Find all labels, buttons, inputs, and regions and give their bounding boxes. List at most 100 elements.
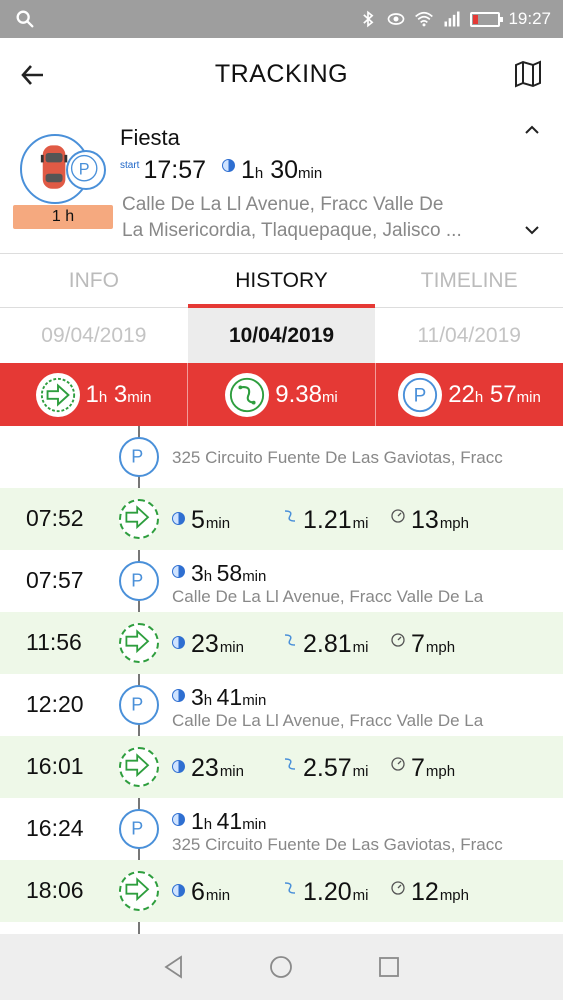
clock-icon — [172, 689, 185, 702]
drive-duration: 6 min — [172, 878, 230, 907]
clock-time: 19:27 — [508, 9, 551, 28]
event-time: 12:20 — [26, 691, 84, 717]
parking-address: 325 Circuito Fuente De Las Gaviotas, Fra… — [172, 448, 503, 467]
system-nav-bar — [0, 934, 563, 1000]
svg-text:P: P — [79, 161, 90, 179]
parking-address: Calle De La Ll Avenue, Fracc Valle De La — [172, 711, 484, 730]
parked-duration-badge: 1 h — [13, 205, 113, 229]
nav-back-icon[interactable] — [161, 954, 187, 980]
table-row[interactable]: 12:20 P 3h 41 min Calle De La Ll Avenue, … — [0, 674, 563, 736]
summary-parked-time: P 22 h 57 min — [376, 363, 563, 426]
route-icon — [225, 372, 270, 417]
drive-arrow-icon — [35, 372, 80, 417]
clock-icon — [172, 813, 185, 826]
drive-arrow-icon — [119, 747, 159, 787]
chevron-up-icon[interactable] — [523, 123, 541, 137]
parking-address: Calle De La Ll Avenue, Fracc Valle De La — [172, 587, 484, 606]
clock-icon — [172, 636, 185, 649]
table-row[interactable]: 11:56 23 min 2.81 mi 7 mph — [0, 612, 563, 674]
drive-distance: 1.21 mi — [282, 506, 369, 535]
drive-arrow-icon — [119, 871, 159, 911]
list-item[interactable]: P 325 Circuito Fuente De Las Gaviotas, F… — [0, 426, 563, 488]
parked-duration: 3h 58 min — [172, 560, 266, 587]
event-time: 16:24 — [26, 815, 84, 841]
svg-text:P: P — [131, 818, 143, 838]
bluetooth-icon — [363, 10, 374, 28]
parked-duration: 3h 41 min — [172, 684, 266, 711]
drive-distance: 2.81 mi — [282, 630, 369, 659]
tab-history[interactable]: HISTORY — [187, 254, 376, 308]
event-time: 07:52 — [26, 505, 84, 531]
event-time: 16:01 — [26, 753, 84, 779]
parking-badge: P — [66, 150, 106, 190]
parking-icon: P — [119, 685, 159, 725]
route-icon — [284, 882, 296, 894]
parking-icon: P — [119, 437, 159, 477]
tab-bar: INFO HISTORY TIMELINE — [0, 254, 563, 308]
date-selector: 09/04/2019 10/04/2019 11/04/2019 — [0, 308, 563, 363]
event-time: 18:06 — [26, 877, 84, 903]
clock-icon — [172, 565, 185, 578]
history-timeline[interactable]: P 325 Circuito Fuente De Las Gaviotas, F… — [0, 426, 563, 934]
drive-duration: 23 min — [172, 630, 244, 659]
signal-icon — [444, 11, 460, 27]
table-row[interactable]: 16:24 P 1h 41 min 325 Circuito Fuente De … — [0, 798, 563, 860]
vehicle-address: Calle De La Ll Avenue, Fracc Valle De La… — [122, 194, 462, 241]
chevron-down-icon[interactable] — [523, 223, 541, 237]
date-previous[interactable]: 09/04/2019 — [0, 308, 188, 363]
clock-icon — [172, 884, 185, 897]
drive-speed: 7 mph — [390, 754, 455, 783]
nav-home-icon[interactable] — [268, 954, 294, 980]
drive-distance: 1.20 mi — [282, 878, 369, 907]
table-row[interactable]: 07:57 P 3h 58 min Calle De La Ll Avenue, … — [0, 550, 563, 612]
table-row[interactable]: 18:06 6 min 1.20 mi 12 mph — [0, 860, 563, 922]
battery-icon — [470, 11, 504, 27]
drive-duration: 23 min — [172, 754, 244, 783]
map-icon[interactable] — [513, 59, 543, 89]
speedometer-icon — [391, 757, 405, 771]
vehicle-name: Fiesta — [120, 125, 180, 150]
tab-timeline[interactable]: TIMELINE — [375, 254, 563, 307]
route-icon — [284, 510, 296, 522]
tab-info[interactable]: INFO — [0, 254, 188, 307]
search-icon — [16, 10, 34, 28]
speedometer-icon — [391, 633, 405, 647]
summary-distance: 9.38 mi — [188, 363, 376, 426]
drive-arrow-icon — [119, 623, 159, 663]
drive-speed: 13 mph — [390, 506, 469, 535]
drive-speed: 12 mph — [390, 878, 469, 907]
summary-drive-time: 1h 3 min — [0, 363, 188, 426]
parked-duration: 1h 41 min — [172, 808, 266, 835]
drive-arrow-icon — [119, 499, 159, 539]
eye-icon — [388, 13, 405, 25]
date-next[interactable]: 11/04/2019 — [375, 308, 563, 363]
clock-icon — [172, 760, 185, 773]
table-row[interactable]: 07:52 5 min 1.21 mi 13 mph — [0, 488, 563, 550]
route-icon — [284, 634, 296, 646]
speedometer-icon — [391, 509, 405, 523]
day-summary: 1h 3 min 9.38 mi P 22 h 57 min — [0, 363, 563, 426]
table-row[interactable]: 16:01 23 min 2.57 mi 7 mph — [0, 736, 563, 798]
wifi-icon — [415, 11, 434, 27]
nav-recents-icon[interactable] — [376, 954, 402, 980]
svg-text:P: P — [131, 570, 143, 590]
speedometer-icon — [391, 881, 405, 895]
clock-icon — [222, 159, 236, 172]
date-current[interactable]: 10/04/2019 — [187, 308, 376, 363]
vehicle-card[interactable]: P 1 h Fiesta start 17:57 1h 30 min Calle … — [0, 110, 563, 254]
app-header: TRACKING — [0, 38, 563, 110]
drive-distance: 2.57 mi — [282, 754, 369, 783]
parking-icon: P — [119, 561, 159, 601]
status-bar: 19:27 — [0, 0, 563, 38]
parking-address: 325 Circuito Fuente De Las Gaviotas, Fra… — [172, 835, 503, 854]
parking-icon: P — [398, 372, 443, 417]
svg-text:P: P — [131, 446, 143, 466]
event-time: 07:57 — [26, 567, 84, 593]
drive-duration: 5 min — [172, 506, 230, 535]
route-icon — [284, 758, 296, 770]
page-title: TRACKING — [214, 60, 349, 88]
event-time: 11:56 — [26, 629, 82, 655]
svg-text:P: P — [131, 694, 143, 714]
drive-speed: 7 mph — [390, 630, 455, 659]
svg-text:P: P — [414, 385, 427, 406]
